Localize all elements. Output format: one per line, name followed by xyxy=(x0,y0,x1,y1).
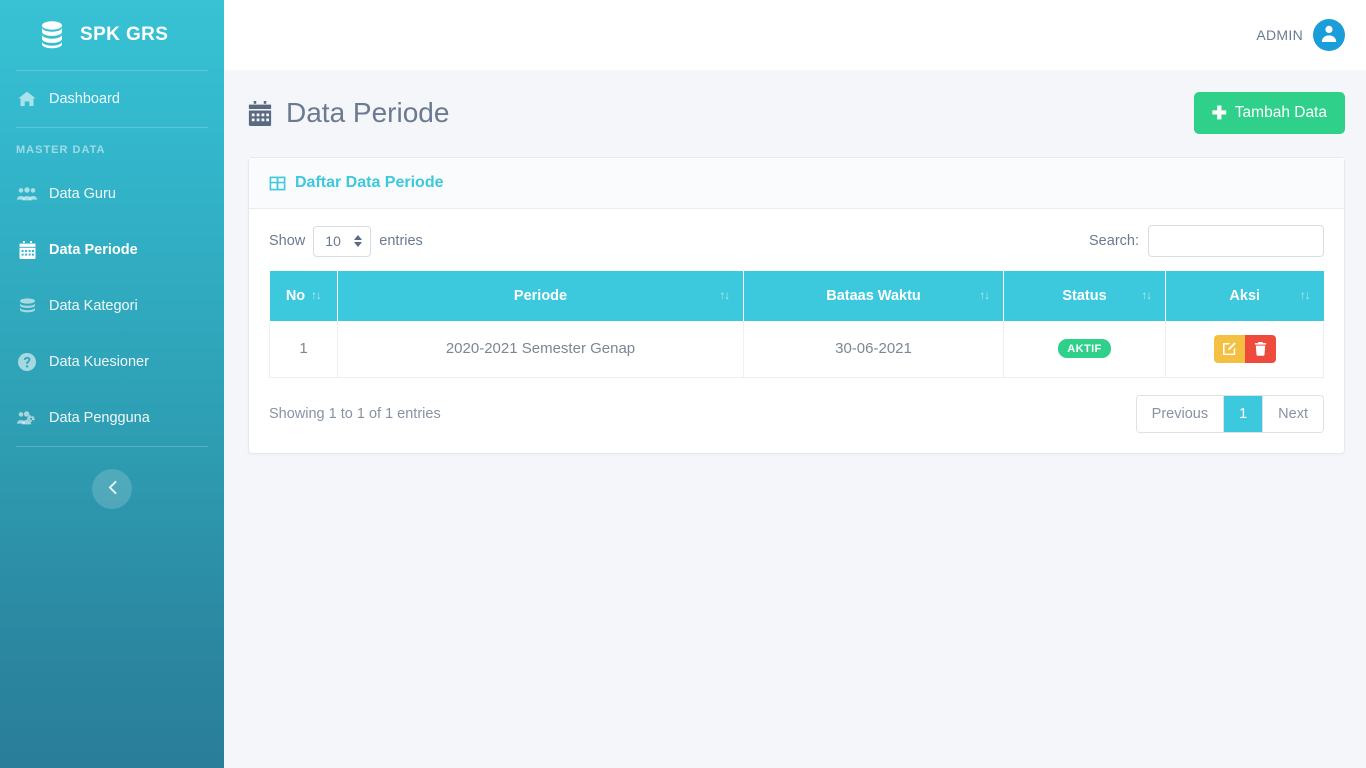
pencil-square-icon xyxy=(1222,342,1236,356)
calendar-icon xyxy=(248,100,272,126)
edit-button[interactable] xyxy=(1213,334,1245,363)
sort-updown-icon: ↑↓ xyxy=(1300,290,1310,302)
sidebar-collapse-button[interactable] xyxy=(92,469,132,509)
sidebar-item-label: Dashboard xyxy=(49,91,120,107)
show-label: Show xyxy=(269,233,306,249)
table-info: Showing 1 to 1 of 1 entries xyxy=(269,405,441,422)
app-root: SPK GRS Dashboard MASTER DATA Data Guru … xyxy=(0,0,1366,768)
sort-updown-icon xyxy=(354,235,363,247)
sidebar-item-label: Data Periode xyxy=(49,242,138,258)
pagination-page-1[interactable]: 1 xyxy=(1224,395,1264,432)
add-data-label: Tambah Data xyxy=(1234,104,1327,121)
page-length-value: 10 xyxy=(325,233,341,249)
brand-name: SPK GRS xyxy=(80,24,169,45)
cell-periode: 2020-2021 Semester Genap xyxy=(337,321,744,378)
collapse-wrap xyxy=(0,447,224,509)
column-label: Status xyxy=(1062,288,1107,304)
cell-bataas-waktu: 30-06-2021 xyxy=(743,321,1004,378)
calendar-icon xyxy=(16,241,38,259)
sort-updown-icon: ↑↓ xyxy=(311,290,321,302)
page-title-text: Data Periode xyxy=(286,97,450,128)
database-icon xyxy=(36,19,68,51)
layers-icon xyxy=(16,297,38,315)
topbar: ADMIN xyxy=(224,0,1366,70)
sort-updown-icon: ↑↓ xyxy=(1141,290,1152,302)
avatar[interactable] xyxy=(1313,19,1345,51)
pagination: Previous 1 Next xyxy=(1135,394,1324,433)
data-table: No ↑↓ Periode ↑↓ Bataas Waktu ↑↓ Status … xyxy=(269,271,1324,378)
data-periode-card: Daftar Data Periode Show 10 entries Sear… xyxy=(248,157,1345,454)
column-label: Bataas Waktu xyxy=(826,288,921,304)
page-title: Data Periode xyxy=(248,97,449,129)
users-cog-icon xyxy=(16,409,38,427)
column-header-bataas-waktu[interactable]: Bataas Waktu ↑↓ xyxy=(743,271,1004,321)
sort-updown-icon: ↑↓ xyxy=(979,290,990,302)
show-entries-control: Show 10 entries xyxy=(269,225,423,257)
table-body: 1 2020-2021 Semester Genap 30-06-2021 AK… xyxy=(269,321,1324,378)
home-icon xyxy=(16,90,38,108)
column-header-no[interactable]: No ↑↓ xyxy=(269,271,338,321)
status-badge: AKTIF xyxy=(1058,339,1111,359)
question-circle-icon xyxy=(16,353,38,371)
page-header: Data Periode ✚ Tambah Data xyxy=(248,92,1345,134)
page-content: Data Periode ✚ Tambah Data Daftar Data P… xyxy=(224,70,1366,454)
cell-aksi xyxy=(1165,321,1324,378)
column-label: Periode xyxy=(513,288,568,304)
sidebar-item-label: Data Guru xyxy=(49,186,116,202)
card-body: Show 10 entries Search: No ↑↓ Periode ↑↓… xyxy=(249,209,1344,453)
page-length-select[interactable]: 10 xyxy=(313,225,372,257)
column-header-periode[interactable]: Periode ↑↓ xyxy=(337,271,744,321)
pagination-previous[interactable]: Previous xyxy=(1136,395,1225,432)
sidebar-item-data-guru[interactable]: Data Guru xyxy=(0,166,224,222)
sort-updown-icon: ↑↓ xyxy=(719,290,730,302)
sidebar-item-data-kategori[interactable]: Data Kategori xyxy=(0,278,224,334)
sidebar: SPK GRS Dashboard MASTER DATA Data Guru … xyxy=(0,0,224,768)
trash-icon xyxy=(1254,341,1267,356)
table-footer: Showing 1 to 1 of 1 entries Previous 1 N… xyxy=(269,394,1324,433)
cell-no: 1 xyxy=(269,321,338,378)
brand[interactable]: SPK GRS xyxy=(0,0,224,70)
users-icon xyxy=(16,185,38,203)
search-control: Search: xyxy=(1089,225,1324,257)
table-tools: Show 10 entries Search: xyxy=(269,225,1324,257)
sidebar-item-label: Data Kategori xyxy=(49,298,138,314)
user-avatar-icon xyxy=(1319,23,1339,48)
table-icon xyxy=(269,175,286,192)
cell-status: AKTIF xyxy=(1003,321,1166,378)
column-label: Aksi xyxy=(1229,288,1261,304)
search-input[interactable] xyxy=(1148,225,1324,257)
delete-button[interactable] xyxy=(1244,334,1276,363)
sidebar-item-data-periode[interactable]: Data Periode xyxy=(0,222,224,278)
card-header-title: Daftar Data Periode xyxy=(295,174,444,191)
column-header-aksi[interactable]: Aksi ↑↓ xyxy=(1165,271,1324,321)
search-label: Search: xyxy=(1089,233,1139,249)
card-header: Daftar Data Periode xyxy=(249,158,1344,209)
column-header-status[interactable]: Status ↑↓ xyxy=(1003,271,1166,321)
plus-icon: ✚ xyxy=(1211,103,1227,123)
action-button-group xyxy=(1213,334,1276,363)
sidebar-item-data-kuesioner[interactable]: Data Kuesioner xyxy=(0,334,224,390)
column-label: No xyxy=(285,288,306,304)
topbar-user-name: ADMIN xyxy=(1256,27,1303,43)
pagination-next[interactable]: Next xyxy=(1263,395,1323,432)
sidebar-section-label: MASTER DATA xyxy=(16,144,106,156)
entries-label: entries xyxy=(379,233,423,249)
chevron-left-icon xyxy=(107,480,117,498)
table-header-row: No ↑↓ Periode ↑↓ Bataas Waktu ↑↓ Status … xyxy=(269,271,1324,321)
table-head: No ↑↓ Periode ↑↓ Bataas Waktu ↑↓ Status … xyxy=(269,271,1324,321)
add-data-button[interactable]: ✚ Tambah Data xyxy=(1193,92,1345,134)
main-area: ADMIN Data Periode ✚ Tambah Data Daftar … xyxy=(224,0,1366,768)
sidebar-item-label: Data Kuesioner xyxy=(49,354,149,370)
sidebar-item-data-pengguna[interactable]: Data Pengguna xyxy=(0,390,224,446)
sidebar-item-label: Data Pengguna xyxy=(49,410,150,426)
table-row: 1 2020-2021 Semester Genap 30-06-2021 AK… xyxy=(269,321,1324,378)
sidebar-item-dashboard[interactable]: Dashboard xyxy=(0,71,224,127)
